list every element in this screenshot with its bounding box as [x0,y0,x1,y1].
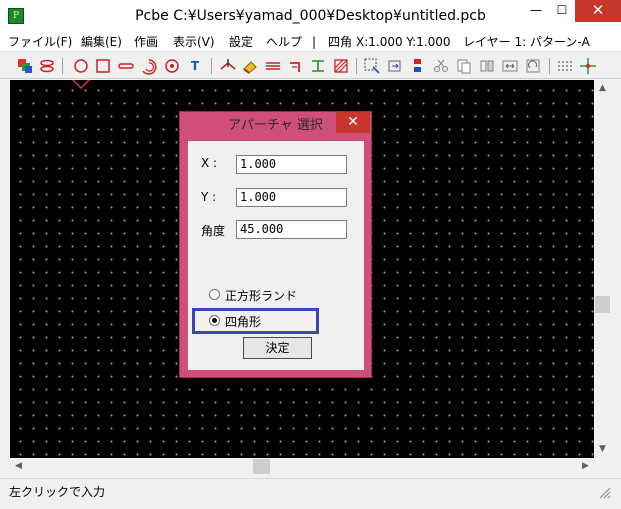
paste-icon[interactable] [455,57,473,75]
toolbar: T [0,53,621,79]
hatch-icon[interactable] [332,57,350,75]
menu-view[interactable]: 表示(V) [173,34,215,50]
flip-icon[interactable] [501,57,519,75]
line-icon[interactable] [117,57,135,75]
selection-highlight-box [192,308,319,334]
current-shape-indicator: 四角 [328,35,353,49]
grid-icon[interactable] [556,57,574,75]
menu-edit[interactable]: 編集(E) [81,34,122,50]
layers-icon[interactable] [16,57,34,75]
square-land-label[interactable]: 正方形ランド [225,287,297,304]
rectangle-icon[interactable] [94,57,112,75]
menu-help[interactable]: ヘルプ [266,34,302,50]
x-label: X : [201,156,218,170]
junction-icon[interactable] [309,57,327,75]
text-icon[interactable]: T [186,57,204,75]
minimize-button[interactable]: — [523,0,549,22]
toolbar-separator [356,58,357,74]
maximize-button[interactable]: ☐ [549,0,575,22]
status-message: 左クリックで入力 [9,485,106,499]
wire-icon[interactable] [287,57,305,75]
horizontal-scroll-thumb[interactable] [253,459,270,474]
horizontal-scrollbar[interactable]: ◀ ▶ [10,458,594,475]
crosshair-icon[interactable] [579,57,597,75]
canvas-margin [0,80,10,458]
ok-button[interactable]: 決定 [243,337,312,359]
angle-label: 角度 [201,224,226,238]
scroll-left-icon[interactable]: ◀ [10,458,27,475]
menu-bar: ファイル(F) 編集(E) 作画 表示(V) 設定 ヘルプ | 四角 X:1.0… [0,32,621,52]
angle-input[interactable]: 45.000 [236,220,347,239]
arc-icon[interactable] [140,57,158,75]
copy-icon[interactable] [409,57,427,75]
scroll-right-icon[interactable]: ▶ [577,458,594,475]
mirror-icon[interactable] [478,57,496,75]
eraser-icon[interactable] [241,57,259,75]
vertical-scrollbar[interactable]: ▲ ▼ [594,80,611,458]
y-label: Y : [201,190,217,204]
coordinate-readout: X:1.000 Y:1.000 [356,35,451,49]
vertical-scroll-thumb[interactable] [595,296,610,313]
scroll-up-icon[interactable]: ▲ [594,80,611,97]
title-bar: P Pcbe C:¥Users¥yamad_000¥Desktop¥untitl… [0,0,621,32]
menu-draw[interactable]: 作画 [134,34,158,50]
rotate-icon[interactable] [524,57,542,75]
dialog-close-button[interactable]: ✕ [336,112,370,133]
status-bar: 左クリックで入力 [0,478,621,509]
probe-icon[interactable] [219,57,237,75]
scroll-down-icon[interactable]: ▼ [594,441,611,458]
toolbar-separator [211,58,212,74]
menu-settings[interactable]: 設定 [229,34,253,50]
cut-icon[interactable] [432,57,450,75]
toolbar-separator [62,58,63,74]
menu-file[interactable]: ファイル(F) [8,34,72,50]
target-icon[interactable] [163,57,181,75]
via-icon[interactable] [38,57,56,75]
move-icon[interactable] [386,57,404,75]
origin-marker-icon [72,80,90,89]
window-rim [611,80,621,478]
toolbar-separator [549,58,550,74]
resize-grip-icon[interactable] [597,485,611,499]
x-input[interactable]: 1.000 [236,155,347,174]
dialog-body [188,141,364,370]
layer-indicator: レイヤー 1: パターン-A [463,35,590,49]
menu-separator: | [312,35,317,49]
circle-icon[interactable] [72,57,90,75]
y-input[interactable]: 1.000 [236,188,347,207]
select-icon[interactable] [363,57,381,75]
close-button[interactable]: ✕ [575,0,621,22]
square-land-radio[interactable] [209,289,220,300]
bus-icon[interactable] [264,57,282,75]
